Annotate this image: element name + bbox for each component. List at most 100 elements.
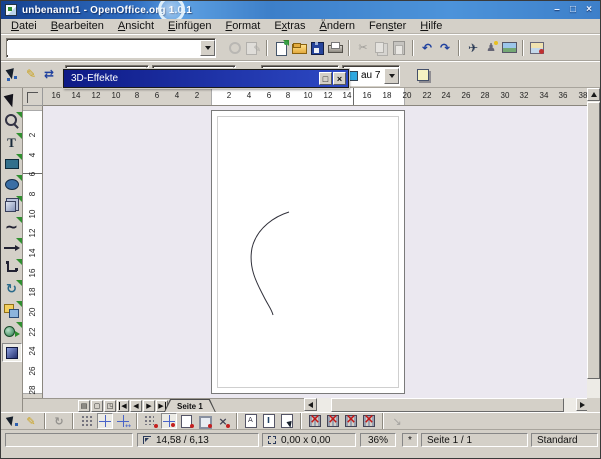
- status-page-field[interactable]: Seite 1 / 1: [421, 433, 528, 447]
- curve-icon[interactable]: [2, 217, 22, 236]
- zoom-icon[interactable]: [2, 112, 22, 131]
- snap-margin-off-icon[interactable]: [343, 413, 359, 429]
- snap-lines-icon[interactable]: [97, 413, 113, 429]
- show-grid-icon[interactable]: [79, 413, 95, 429]
- 3d-restore-button[interactable]: [319, 72, 332, 85]
- layer-view-button[interactable]: [104, 400, 116, 412]
- status-info-field: [5, 433, 133, 447]
- paste-icon[interactable]: [391, 40, 407, 56]
- chevron-down-icon: [205, 46, 211, 50]
- helplines-moving-icon[interactable]: [115, 413, 131, 429]
- maximize-button[interactable]: [566, 3, 580, 16]
- status-zoom-value: 36%: [368, 435, 388, 446]
- snap-frame-off-icon[interactable]: [361, 413, 377, 429]
- stylist-icon[interactable]: [483, 40, 499, 56]
- redo-icon[interactable]: [437, 40, 453, 56]
- v-ruler[interactable]: 246810121416182022242628: [23, 106, 43, 398]
- menu-hilfe[interactable]: Hilfe: [413, 20, 449, 32]
- status-style-field[interactable]: Standard: [531, 433, 598, 447]
- edit-points-mode-icon[interactable]: [5, 413, 21, 429]
- url-input[interactable]: [7, 41, 200, 55]
- status-modified-field[interactable]: *: [402, 433, 418, 447]
- effects-icon[interactable]: [2, 322, 22, 341]
- exit-all-icon[interactable]: [389, 413, 405, 429]
- connector-icon[interactable]: [2, 259, 22, 278]
- pen-icon[interactable]: [23, 66, 39, 82]
- snap-to-points-icon[interactable]: [215, 413, 231, 429]
- menu-datei[interactable]: Datei: [4, 20, 44, 32]
- status-size-field[interactable]: 0,00 x 0,00: [262, 433, 356, 447]
- menu-aendern[interactable]: Ändern: [313, 20, 362, 32]
- scroll-up-button[interactable]: [587, 88, 600, 101]
- snap-to-border-icon[interactable]: [197, 413, 213, 429]
- first-page-button[interactable]: [117, 400, 129, 412]
- v-scroll-thumb[interactable]: [587, 102, 600, 379]
- drawing-view-button[interactable]: [78, 400, 90, 412]
- page-tab[interactable]: Seite 1: [164, 399, 216, 412]
- gallery-icon[interactable]: [501, 40, 517, 56]
- snap-to-margins-icon[interactable]: [179, 413, 195, 429]
- url-dropdown-button[interactable]: [200, 40, 215, 56]
- cut-icon[interactable]: [355, 40, 371, 56]
- v-scrollbar[interactable]: [587, 88, 600, 412]
- glue-points-icon[interactable]: [23, 413, 39, 429]
- h-scrollbar[interactable]: [304, 398, 589, 412]
- size-icon: [268, 436, 276, 444]
- master-view-button[interactable]: [91, 400, 103, 412]
- h-scroll-thumb[interactable]: [331, 398, 564, 412]
- objects-3d-icon[interactable]: [2, 196, 22, 215]
- copy-icon[interactable]: [373, 40, 389, 56]
- snap-grid-off-icon[interactable]: [307, 413, 323, 429]
- titlebar[interactable]: unbenannt1 - OpenOffice.org 1.0.1: [1, 1, 600, 19]
- ellipse-icon[interactable]: [2, 175, 22, 194]
- menu-bearbeiten[interactable]: Bearbeiten: [44, 20, 111, 32]
- image-icon[interactable]: [529, 40, 545, 56]
- snap-to-grid-icon[interactable]: [143, 413, 159, 429]
- h-ruler[interactable]: 1614121086422468101214161820222426283032…: [43, 88, 589, 106]
- url-combobox[interactable]: [6, 38, 216, 58]
- rectangle-icon[interactable]: [2, 154, 22, 173]
- quick-edit-icon[interactable]: [243, 413, 259, 429]
- lines-arrows-icon[interactable]: [2, 238, 22, 257]
- edit-points-icon[interactable]: [5, 66, 21, 82]
- edit-file-icon[interactable]: [245, 40, 261, 56]
- new-doc-icon[interactable]: [273, 40, 289, 56]
- chevron-down-icon[interactable]: [384, 68, 399, 84]
- scrollbar-corner: [587, 398, 600, 412]
- prev-page-button[interactable]: [130, 400, 142, 412]
- menu-fenster[interactable]: Fenster: [362, 20, 413, 32]
- minimize-button[interactable]: [550, 3, 564, 16]
- 3d-close-button[interactable]: [333, 72, 346, 85]
- arrow-ends-icon[interactable]: [41, 66, 57, 82]
- controller-3d-icon[interactable]: [2, 343, 22, 362]
- page[interactable]: [211, 110, 405, 394]
- undo-icon[interactable]: [419, 40, 435, 56]
- open-icon[interactable]: [291, 40, 307, 56]
- menu-einfuegen[interactable]: Einfügen: [161, 20, 218, 32]
- text-icon[interactable]: [2, 133, 22, 152]
- status-zoom-field[interactable]: 36%: [360, 433, 396, 447]
- snap-to-snaplines-icon[interactable]: [161, 413, 177, 429]
- shadow-icon[interactable]: [415, 67, 431, 83]
- print-icon[interactable]: [327, 40, 343, 56]
- save-icon[interactable]: [309, 40, 325, 56]
- dblclick-text-icon[interactable]: [279, 413, 295, 429]
- select-icon[interactable]: [2, 91, 22, 110]
- rotate-icon[interactable]: [2, 280, 22, 299]
- navigator-icon[interactable]: [465, 40, 481, 56]
- next-page-button[interactable]: [143, 400, 155, 412]
- menu-extras[interactable]: Extras: [267, 20, 312, 32]
- stop-icon[interactable]: [227, 40, 243, 56]
- 3d-effects-window[interactable]: 3D-Effekte: [63, 69, 349, 88]
- select-text-area-icon[interactable]: [261, 413, 277, 429]
- menu-format[interactable]: Format: [218, 20, 267, 32]
- scroll-left-button[interactable]: [304, 398, 317, 411]
- arrange-icon[interactable]: [2, 301, 22, 320]
- rotation-mode-icon[interactable]: [51, 413, 67, 429]
- close-button[interactable]: [582, 3, 596, 16]
- menu-ansicht[interactable]: Ansicht: [111, 20, 161, 32]
- canvas[interactable]: [43, 106, 589, 398]
- status-position-field[interactable]: 14,58 / 6,13: [137, 433, 259, 447]
- snap-lines-off-icon[interactable]: [325, 413, 341, 429]
- line-color-combobox[interactable]: au 7: [342, 65, 400, 86]
